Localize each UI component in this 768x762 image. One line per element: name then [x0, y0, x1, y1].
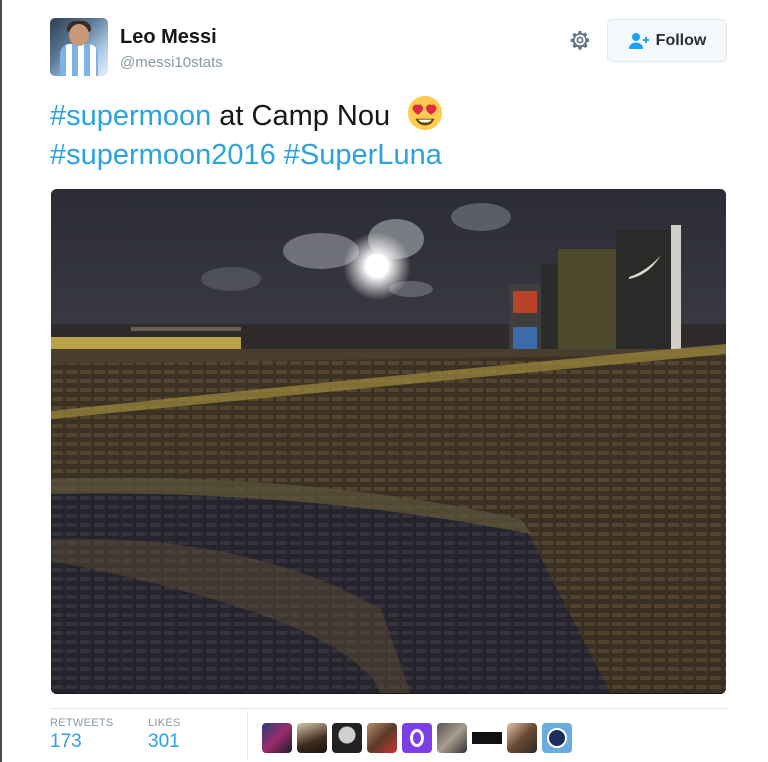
liker-avatar[interactable]	[262, 723, 292, 753]
stadium-night-photo	[51, 189, 726, 694]
likes-label: LIKES	[148, 717, 181, 729]
user-name[interactable]: Leo Messi	[120, 26, 217, 49]
heart-eyes-emoji-icon	[408, 95, 443, 131]
liker-avatar[interactable]	[437, 723, 467, 753]
follow-person-plus-icon	[628, 32, 649, 49]
stats-divider	[247, 711, 248, 761]
liker-avatar[interactable]	[402, 723, 432, 753]
liker-avatars	[262, 723, 572, 753]
liker-avatar[interactable]	[507, 723, 537, 753]
liker-avatar[interactable]	[367, 723, 397, 753]
liker-avatar[interactable]	[472, 723, 502, 753]
follow-button[interactable]: Follow	[607, 19, 727, 62]
likes-stat[interactable]: LIKES 301	[148, 717, 181, 753]
liker-avatar[interactable]	[297, 723, 327, 753]
retweets-label: RETWEETS	[50, 717, 114, 729]
follow-label: Follow	[655, 31, 707, 49]
gear-icon[interactable]	[568, 28, 592, 52]
hashtag-superluna[interactable]: #SuperLuna	[284, 139, 442, 171]
tweet-text: #supermoon at Camp Nou #supermoon2016 #S…	[50, 94, 740, 175]
window-edge	[0, 0, 2, 762]
hashtag-supermoon[interactable]: #supermoon	[50, 100, 211, 132]
tweet-text-body: at Camp Nou	[211, 100, 391, 132]
hashtag-supermoon2016[interactable]: #supermoon2016	[50, 139, 276, 171]
retweets-stat[interactable]: RETWEETS 173	[50, 717, 114, 753]
tweet-header: Leo Messi @messi10stats Follow	[50, 18, 728, 78]
liker-avatar[interactable]	[332, 723, 362, 753]
user-handle[interactable]: @messi10stats	[120, 54, 223, 71]
liker-avatar[interactable]	[542, 723, 572, 753]
likes-count[interactable]: 301	[148, 731, 181, 753]
tweet-stats: RETWEETS 173 LIKES 301	[50, 708, 728, 761]
retweets-count[interactable]: 173	[50, 731, 114, 753]
avatar[interactable]	[50, 18, 108, 76]
tweet-photo[interactable]	[51, 189, 726, 694]
